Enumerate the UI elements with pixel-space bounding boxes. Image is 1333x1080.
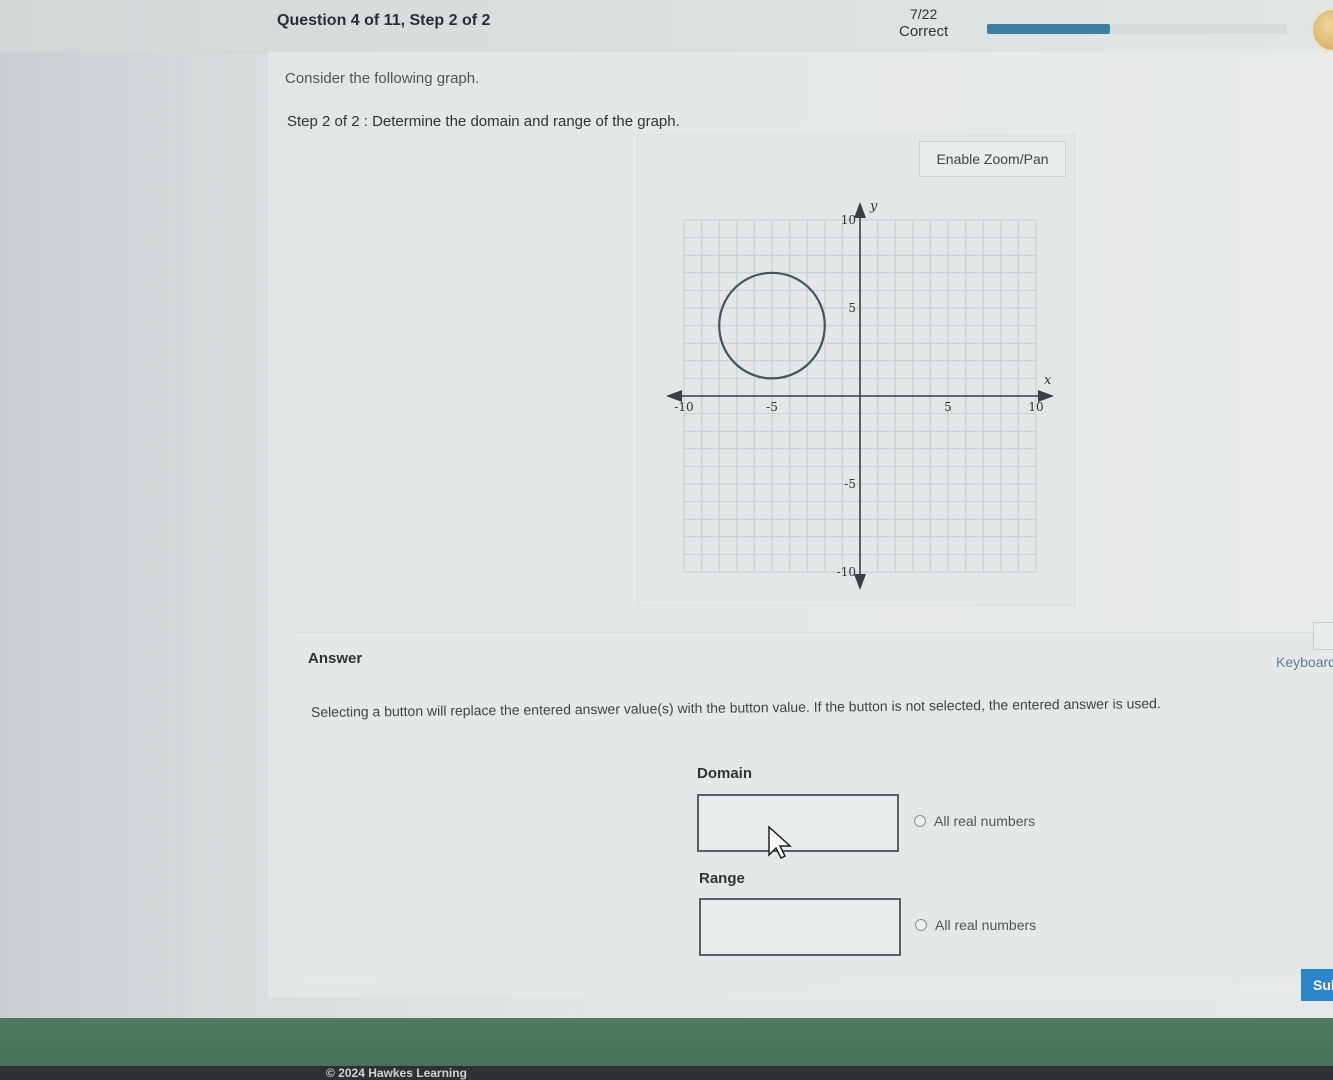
y-tick-label: -5 bbox=[844, 477, 856, 491]
progress-status: Correct bbox=[899, 23, 949, 40]
range-all-real-option[interactable]: All real numbers bbox=[915, 917, 1036, 933]
progress-bar bbox=[987, 24, 1287, 34]
graph-axes bbox=[666, 202, 1054, 590]
y-axis-label: y bbox=[869, 199, 878, 214]
keyboard-icon[interactable] bbox=[1313, 622, 1333, 650]
y-tick-label: 5 bbox=[848, 301, 856, 315]
enable-zoom-pan-button[interactable]: Enable Zoom/Pan bbox=[919, 141, 1066, 177]
y-tick-label: 10 bbox=[841, 213, 856, 227]
step-prefix: Step 2 of 2 : bbox=[287, 113, 368, 130]
step-instruction: Step 2 of 2 : Determine the domain and r… bbox=[287, 113, 680, 130]
keyboard-button-label[interactable]: Keyboard bbox=[1276, 654, 1333, 670]
progress-fill bbox=[987, 24, 1110, 34]
question-prompt: Consider the following graph. bbox=[285, 70, 480, 87]
range-option-label: All real numbers bbox=[935, 917, 1037, 933]
question-title: Question 4 of 11, Step 2 of 2 bbox=[277, 12, 491, 29]
submit-button[interactable]: Sub bbox=[1301, 969, 1333, 1001]
range-input[interactable] bbox=[699, 898, 901, 956]
domain-radio-button[interactable] bbox=[914, 815, 926, 827]
x-tick-label: -5 bbox=[766, 400, 778, 414]
range-label: Range bbox=[699, 870, 745, 887]
mouse-cursor-icon bbox=[768, 825, 792, 860]
answer-heading: Answer bbox=[308, 650, 363, 667]
domain-label: Domain bbox=[697, 765, 753, 782]
footer-copyright: © 2024 Hawkes Learning bbox=[326, 1066, 467, 1080]
footer-strip bbox=[0, 1066, 1333, 1080]
progress-fraction: 7/22 bbox=[910, 6, 938, 22]
coordinate-graph: -10 -5 5 10 10 5 -5 -10 x y bbox=[666, 199, 1054, 590]
y-tick-label: -10 bbox=[837, 565, 856, 579]
domain-option-label: All real numbers bbox=[934, 813, 1036, 829]
domain-input[interactable] bbox=[697, 794, 899, 852]
step-text: Determine the domain and range of the gr… bbox=[372, 113, 680, 130]
x-tick-label: -10 bbox=[674, 400, 693, 414]
range-radio-button[interactable] bbox=[915, 919, 927, 931]
x-tick-label: 5 bbox=[944, 400, 952, 414]
x-axis-label: x bbox=[1044, 373, 1052, 388]
graph-tick-labels: -10 -5 5 10 10 5 -5 -10 x y bbox=[674, 199, 1052, 579]
domain-all-real-option[interactable]: All real numbers bbox=[914, 813, 1035, 829]
x-tick-label: 10 bbox=[1028, 400, 1043, 414]
